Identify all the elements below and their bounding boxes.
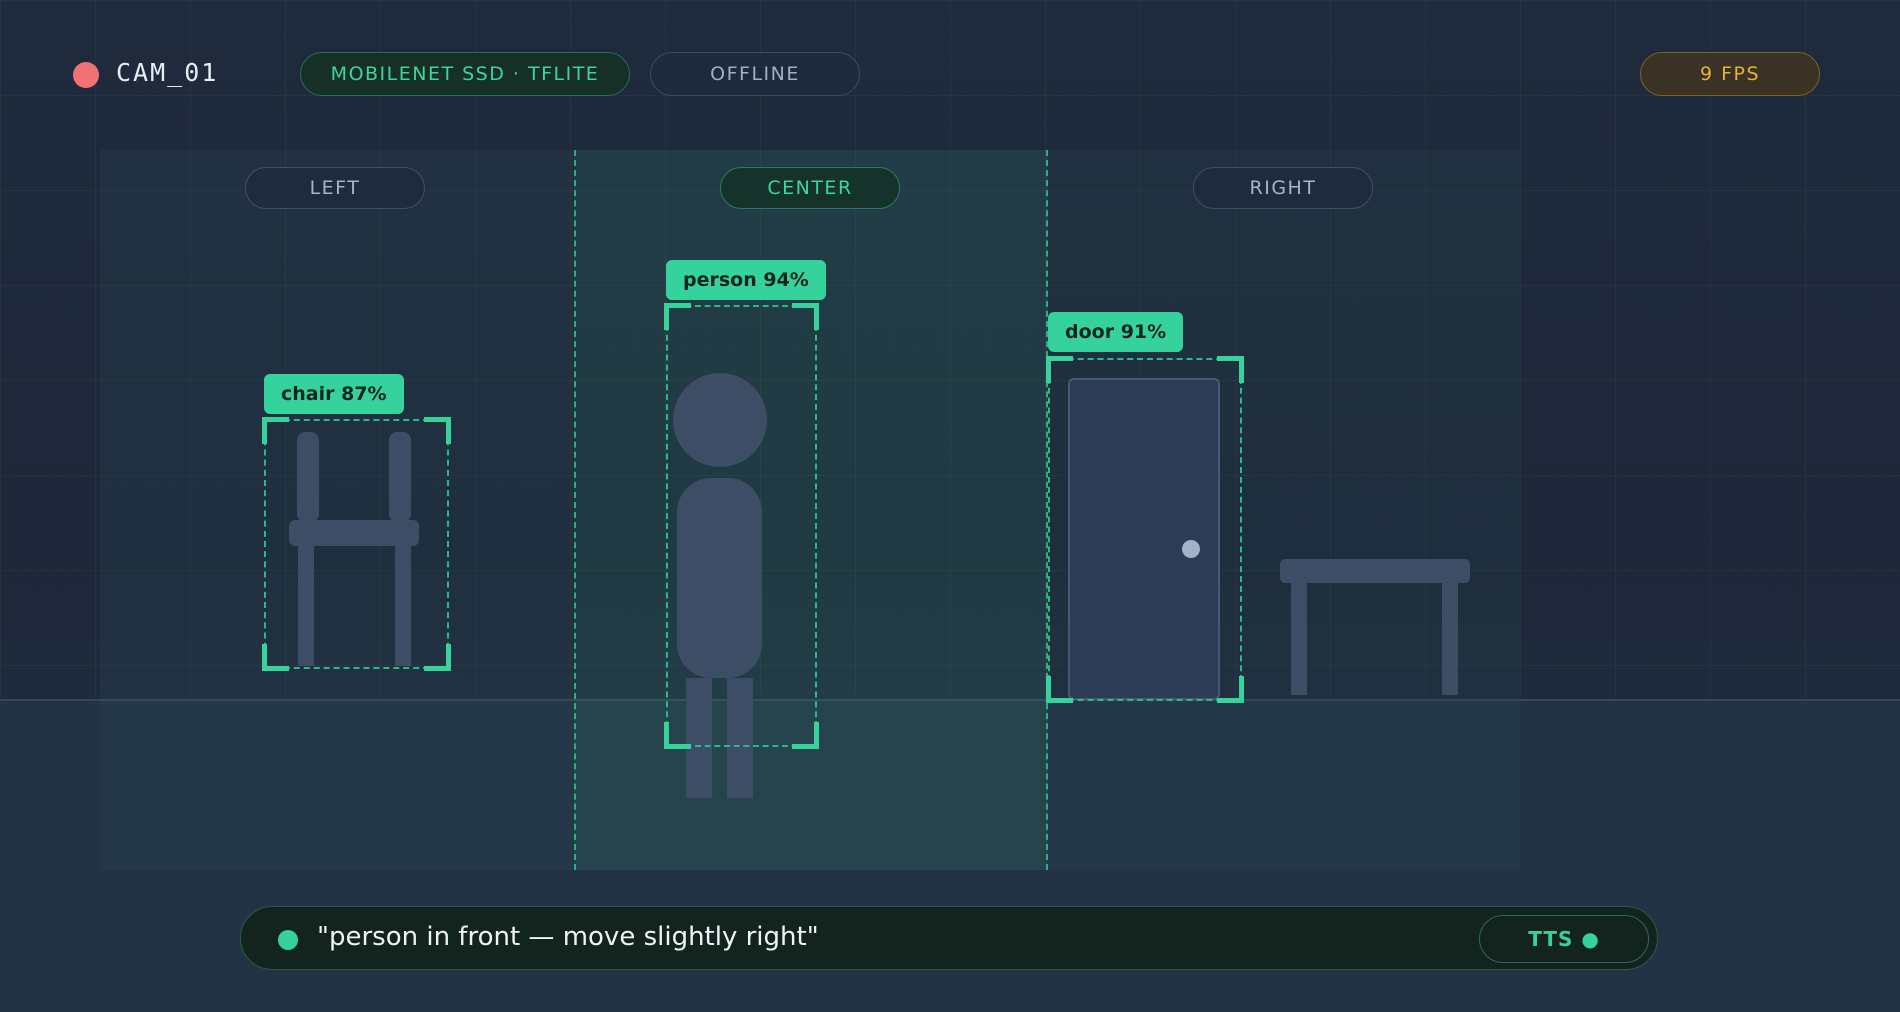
speech-text: "person in front — move slightly right": [317, 922, 819, 952]
box-corner: [664, 722, 691, 749]
box-corner: [664, 303, 691, 330]
box-corner: [424, 644, 451, 671]
table-leg-left: [1291, 583, 1307, 695]
speech-output-bar: "person in front — move slightly right" …: [240, 906, 1658, 970]
detection-label-person: person 94%: [666, 260, 826, 300]
box-corner: [424, 417, 451, 444]
box-corner: [262, 417, 289, 444]
speech-status-dot: [278, 930, 298, 950]
box-corner: [262, 644, 289, 671]
fps-badge: 9 FPS: [1640, 52, 1820, 96]
record-indicator: [73, 62, 99, 88]
table-leg-right: [1442, 583, 1458, 695]
detection-box-chair[interactable]: [262, 417, 451, 671]
box-corner: [792, 722, 819, 749]
box-corner: [1217, 356, 1244, 383]
box-corner: [792, 303, 819, 330]
camera-label: CAM_01: [116, 58, 219, 87]
zone-right-label: RIGHT: [1193, 167, 1373, 209]
box-corner: [1046, 356, 1073, 383]
detection-label-chair: chair 87%: [264, 374, 404, 414]
detection-label-door: door 91%: [1048, 312, 1184, 352]
model-badge: MOBILENET SSD · TFLITE: [300, 52, 630, 96]
detection-box-door[interactable]: [1046, 356, 1244, 703]
zone-center-label: CENTER: [720, 167, 900, 209]
box-corner: [1217, 676, 1244, 703]
detection-box-person[interactable]: [664, 303, 819, 749]
tts-button[interactable]: TTS ●: [1479, 915, 1649, 963]
status-badge: OFFLINE: [650, 52, 860, 96]
box-corner: [1046, 676, 1073, 703]
zone-left-label: LEFT: [245, 167, 425, 209]
table-top: [1280, 559, 1470, 583]
